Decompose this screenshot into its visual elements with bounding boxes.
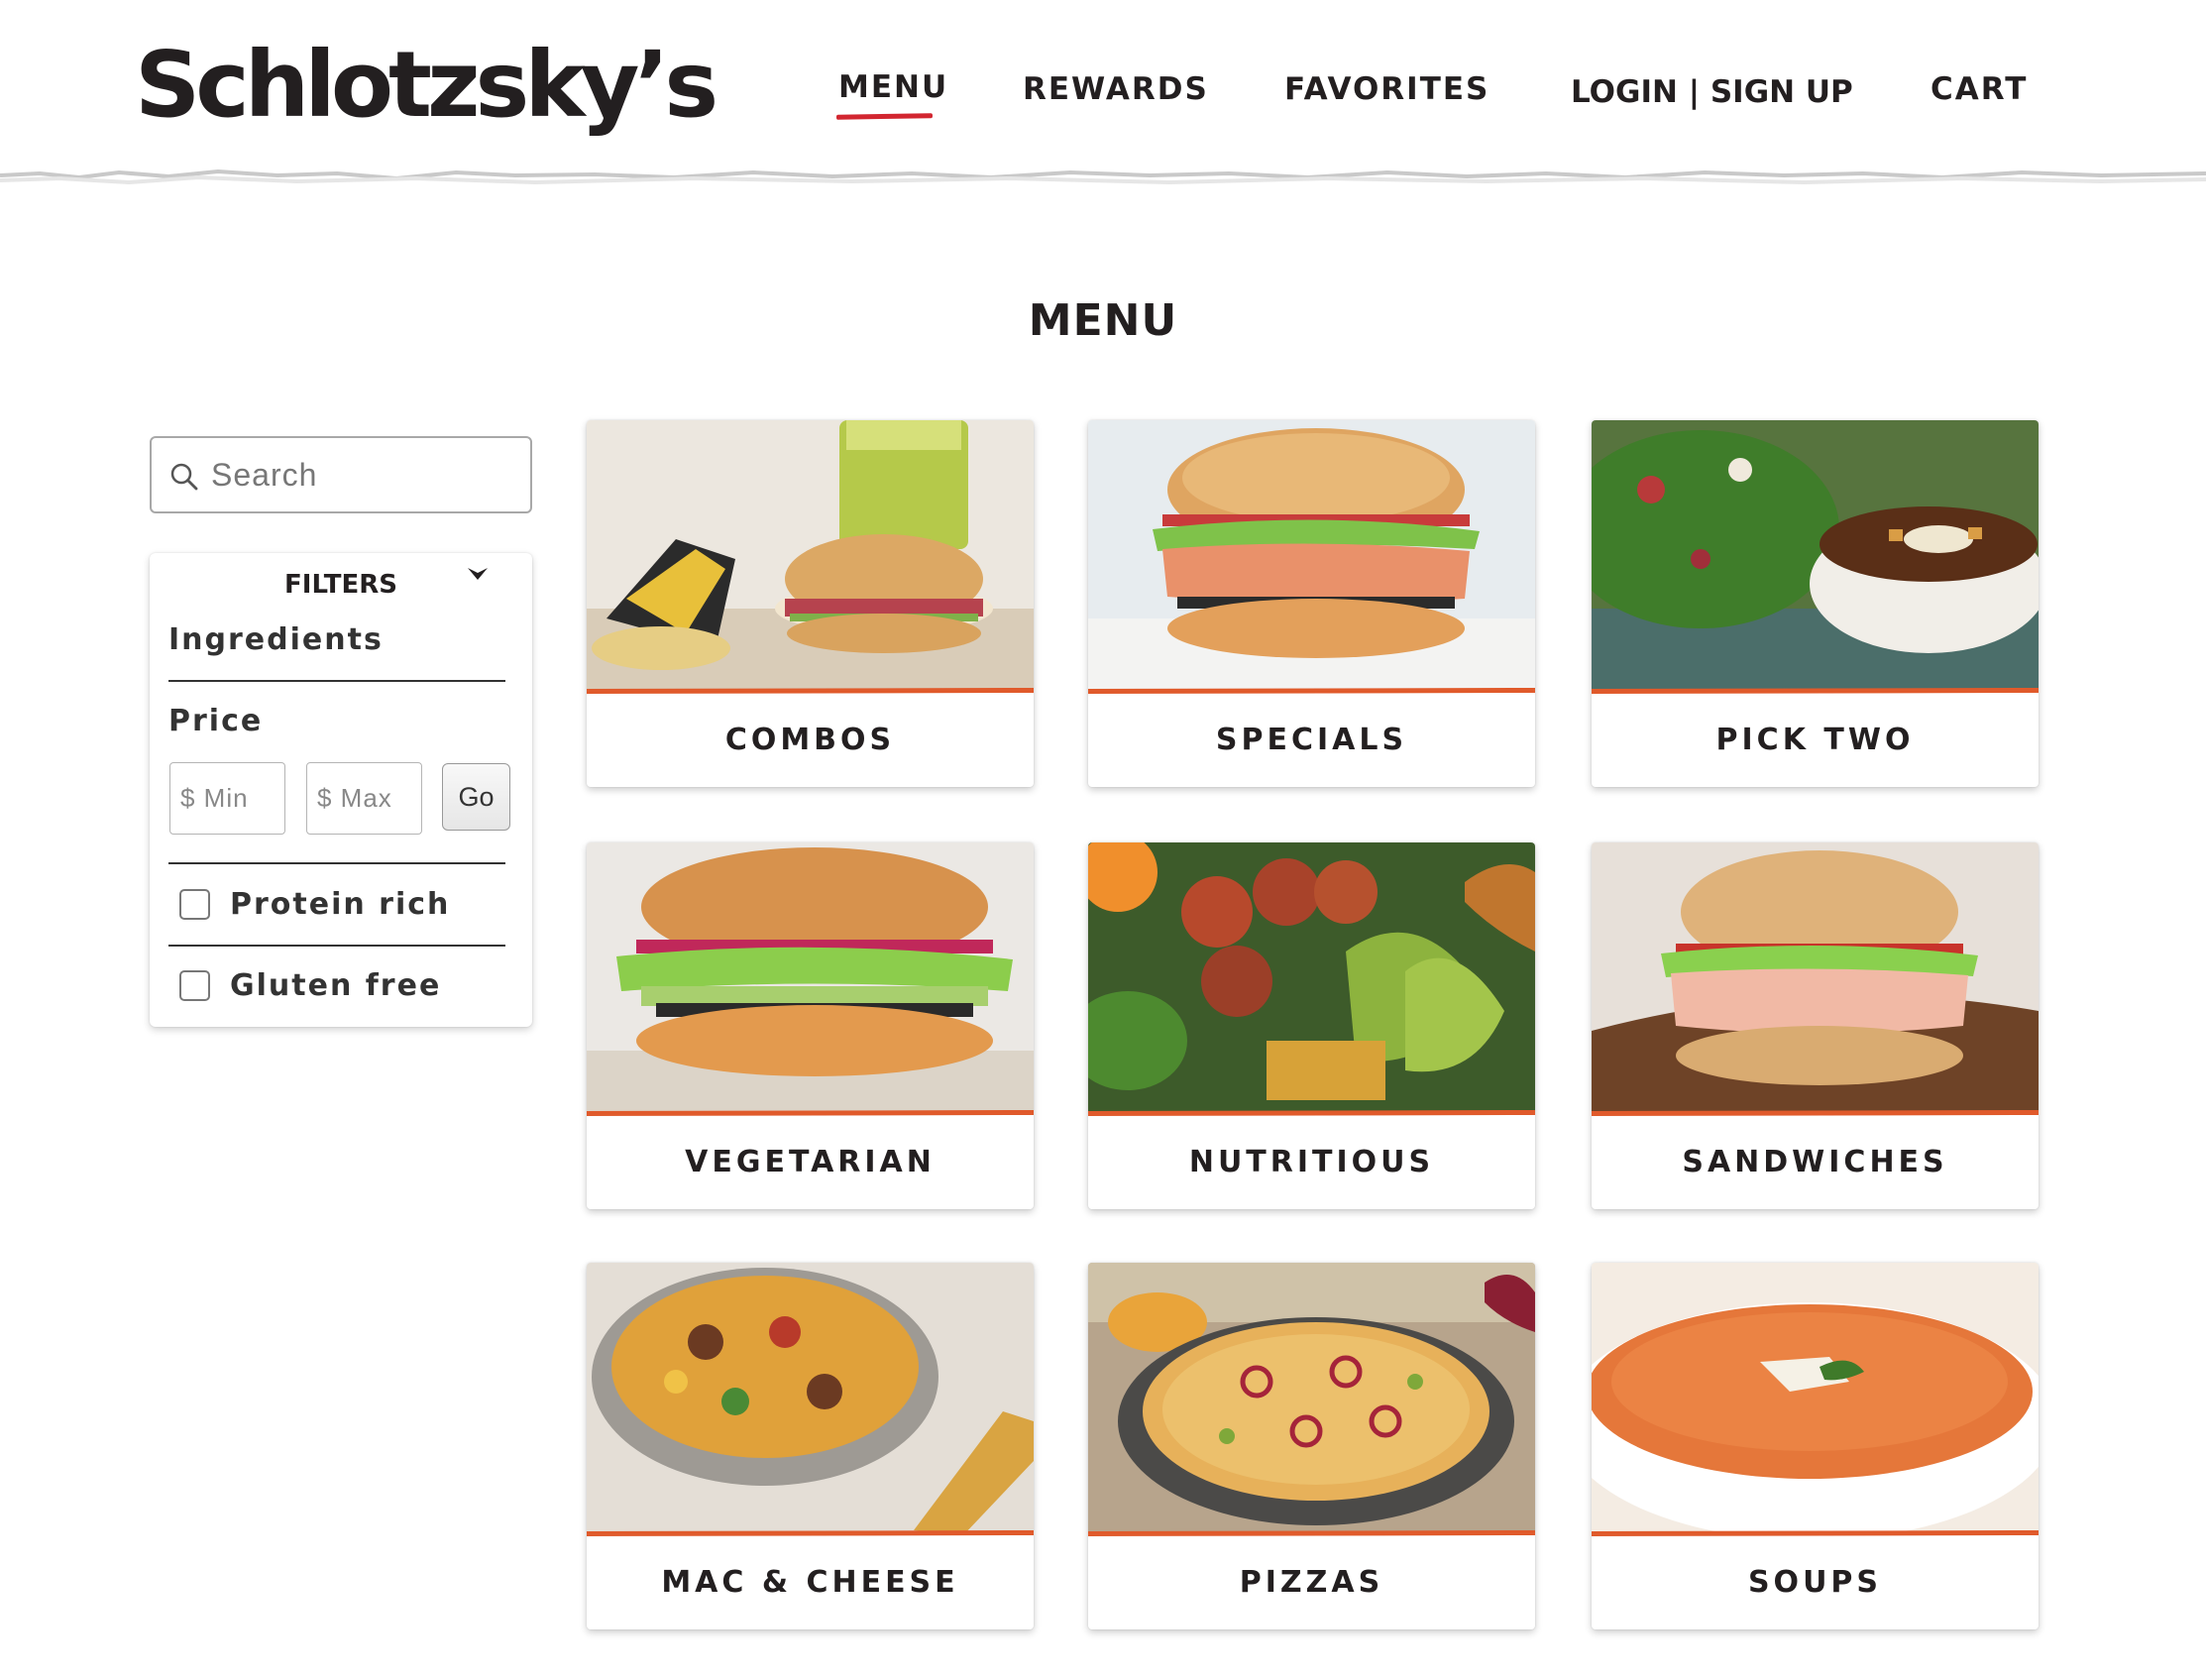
pizza-photo xyxy=(1088,1263,1535,1535)
nav-rewards[interactable]: REWARDS xyxy=(1023,71,1209,107)
category-label: MAC & CHEESE xyxy=(661,1565,959,1600)
salad-soup-photo xyxy=(1592,420,2039,693)
gluten-free-checkbox[interactable] xyxy=(179,970,210,1001)
price-filter-label: Price xyxy=(168,704,264,738)
nav-menu[interactable]: MENU xyxy=(838,69,948,105)
nav-favorites[interactable]: FAVORITES xyxy=(1284,71,1489,107)
card-accent-stripe xyxy=(1592,1530,2039,1536)
protein-rich-checkbox[interactable] xyxy=(179,889,210,920)
category-label: SOUPS xyxy=(1747,1565,1883,1600)
divider xyxy=(168,945,505,947)
search-field[interactable] xyxy=(150,436,532,513)
search-icon xyxy=(170,463,198,491)
brand-logo[interactable]: Schlotzsky’s xyxy=(135,40,718,131)
torn-paper-edge xyxy=(0,164,2206,185)
card-accent-stripe xyxy=(1592,688,2039,694)
turkey-sandwich-photo xyxy=(1592,842,2039,1115)
category-label: PIZZAS xyxy=(1239,1565,1384,1600)
ingredients-filter-toggle[interactable]: Ingredients xyxy=(168,622,384,657)
category-card-sandwiches[interactable]: SANDWICHES xyxy=(1592,842,2039,1209)
card-accent-stripe xyxy=(1088,688,1535,694)
card-accent-stripe xyxy=(587,1110,1034,1116)
nav-cart[interactable]: CART xyxy=(1930,71,2028,107)
category-card-combos[interactable]: COMBOS xyxy=(587,420,1034,787)
price-min-input[interactable] xyxy=(169,762,285,835)
category-card-pick-two[interactable]: PICK TWO xyxy=(1592,420,2039,787)
tomato-soup-photo xyxy=(1592,1263,2039,1535)
category-card-soups[interactable]: SOUPS xyxy=(1592,1263,2039,1629)
card-accent-stripe xyxy=(587,688,1034,694)
gluten-free-filter[interactable]: Gluten free xyxy=(179,968,441,1003)
page-title: MENU xyxy=(1028,295,1178,346)
nav-login-signup[interactable]: LOGIN | SIGN UP xyxy=(1571,74,1853,110)
chevron-down-icon[interactable] xyxy=(465,561,491,587)
filters-panel: FILTERS Ingredients Price Go Protein ric… xyxy=(150,553,532,1027)
price-max-input[interactable] xyxy=(306,762,422,835)
category-label: VEGETARIAN xyxy=(685,1145,936,1179)
category-card-specials[interactable]: SPECIALS xyxy=(1088,420,1535,787)
divider xyxy=(168,862,505,864)
price-go-button[interactable]: Go xyxy=(442,763,510,831)
card-accent-stripe xyxy=(587,1530,1034,1536)
card-accent-stripe xyxy=(1088,1530,1535,1536)
shrimp-salad-photo xyxy=(1088,842,1535,1115)
category-card-mac-cheese[interactable]: MAC & CHEESE xyxy=(587,1263,1034,1629)
search-input[interactable] xyxy=(211,452,508,498)
protein-rich-filter[interactable]: Protein rich xyxy=(179,887,450,922)
category-card-nutritious[interactable]: NUTRITIOUS xyxy=(1088,842,1535,1209)
category-label: PICK TWO xyxy=(1715,723,1915,757)
mac-cheese-photo xyxy=(587,1263,1034,1535)
category-label: SANDWICHES xyxy=(1682,1145,1948,1179)
divider xyxy=(168,680,505,682)
protein-rich-label: Protein rich xyxy=(230,887,451,922)
nav-menu-active-indicator xyxy=(835,113,934,120)
sandwich-photo xyxy=(1088,420,1535,693)
category-card-pizzas[interactable]: PIZZAS xyxy=(1088,1263,1535,1629)
card-accent-stripe xyxy=(1592,1110,2039,1116)
veggie-sandwich-photo xyxy=(587,842,1034,1115)
combo-meal-photo xyxy=(587,420,1034,693)
category-card-vegetarian[interactable]: VEGETARIAN xyxy=(587,842,1034,1209)
gluten-free-label: Gluten free xyxy=(230,968,442,1003)
category-label: NUTRITIOUS xyxy=(1188,1145,1435,1179)
card-accent-stripe xyxy=(1088,1110,1535,1116)
category-label: SPECIALS xyxy=(1215,723,1408,757)
category-label: COMBOS xyxy=(724,723,896,757)
